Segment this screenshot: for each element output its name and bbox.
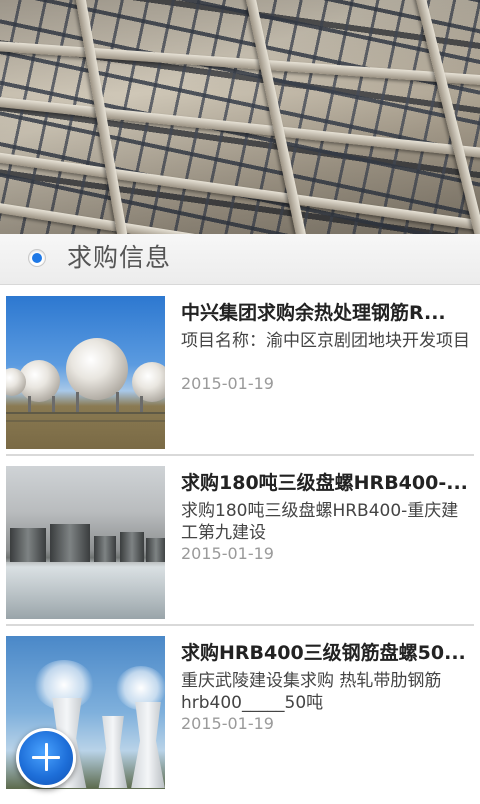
item-date: 2015-01-19 bbox=[181, 374, 274, 393]
item-description: 项目名称：渝中区京剧团地块开发项目 bbox=[181, 331, 470, 351]
hero-banner-image bbox=[0, 0, 480, 234]
list-item[interactable]: 求购180吨三级盘螺HRB400-... 求购180吨三级盘螺HRB400-重庆… bbox=[0, 464, 480, 634]
list-item[interactable]: 求购HRB400三级钢筋盘螺50... 重庆武陵建设集求购 热轧带肋钢筋hrb4… bbox=[0, 634, 480, 804]
item-description: 求购180吨三级盘螺HRB400-重庆建工第九建设 bbox=[181, 501, 459, 543]
list-item[interactable]: 中兴集团求购余热处理钢筋R... 项目名称：渝中区京剧团地块开发项目 2015-… bbox=[0, 294, 480, 464]
section-header: 求购信息 bbox=[0, 234, 480, 285]
item-thumbnail-factory bbox=[6, 466, 165, 619]
item-date: 2015-01-19 bbox=[181, 544, 274, 563]
item-description: 重庆武陵建设集求购 热轧带肋钢筋hrb400_____50吨 bbox=[181, 671, 442, 713]
item-thumbnail-tanks bbox=[6, 296, 165, 449]
item-date: 2015-01-19 bbox=[181, 714, 274, 733]
purchase-list: 中兴集团求购余热处理钢筋R... 项目名称：渝中区京剧团地块开发项目 2015-… bbox=[0, 294, 480, 804]
item-title: 求购HRB400三级钢筋盘螺50... bbox=[181, 642, 466, 664]
divider bbox=[6, 454, 474, 456]
divider bbox=[6, 624, 474, 626]
item-title: 中兴集团求购余热处理钢筋R... bbox=[181, 302, 446, 324]
plus-icon[interactable] bbox=[16, 728, 76, 788]
radio-selected-icon[interactable] bbox=[28, 249, 46, 267]
section-title: 求购信息 bbox=[67, 243, 172, 272]
item-title: 求购180吨三级盘螺HRB400-... bbox=[181, 472, 468, 494]
